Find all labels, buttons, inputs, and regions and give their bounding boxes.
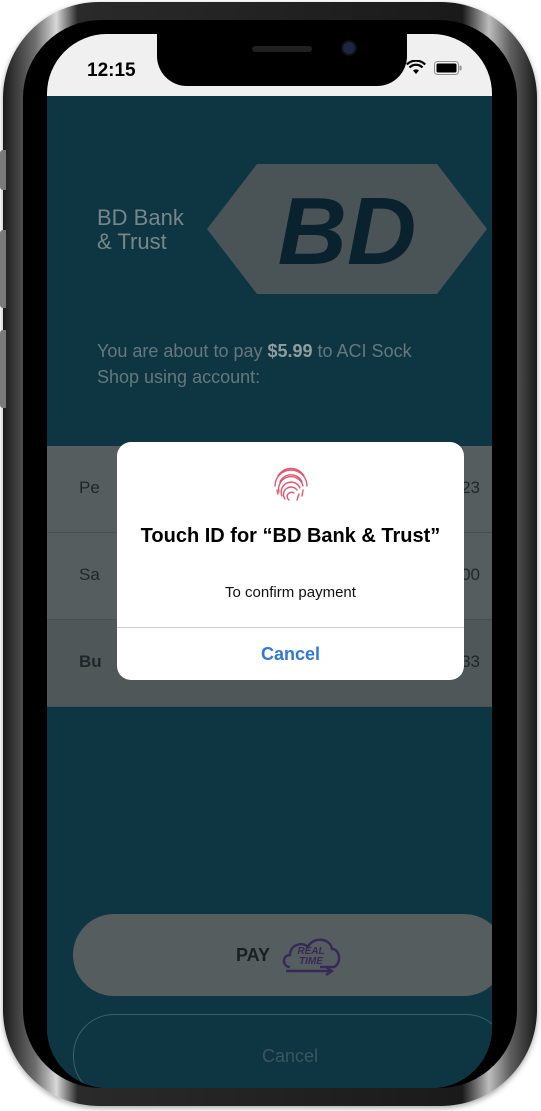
volume-up-button (0, 230, 6, 308)
phone-screen: 12:15 BD Bank & Trust BD You are about t… (47, 34, 492, 1088)
alert-cancel-button[interactable]: Cancel (117, 628, 464, 680)
touch-id-alert: Touch ID for “BD Bank & Trust” To confir… (117, 442, 464, 680)
alert-message: To confirm payment (225, 584, 356, 601)
alert-title: Touch ID for “BD Bank & Trust” (140, 525, 441, 547)
mute-switch (0, 150, 6, 190)
fingerprint-icon (274, 467, 308, 501)
volume-down-button (0, 330, 6, 408)
